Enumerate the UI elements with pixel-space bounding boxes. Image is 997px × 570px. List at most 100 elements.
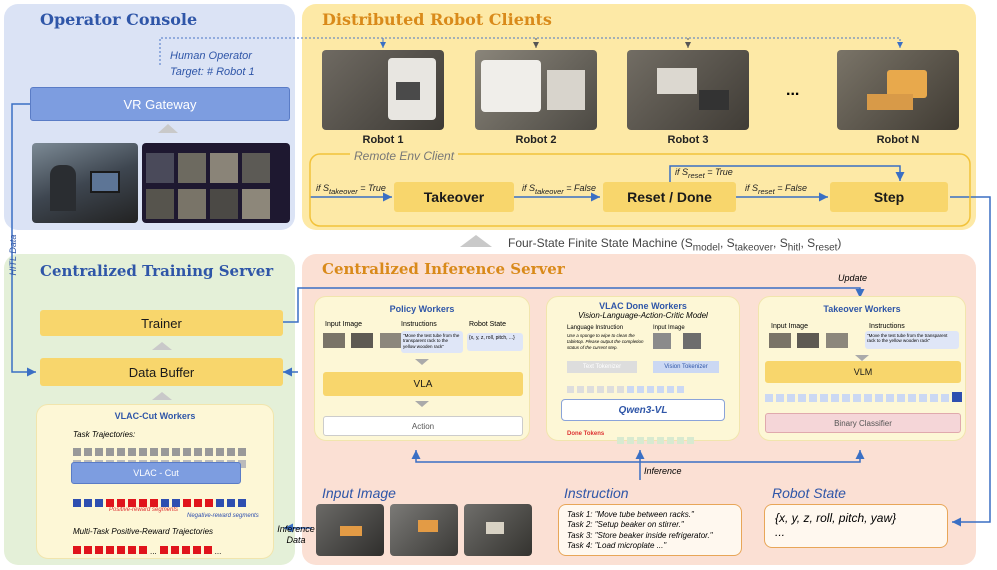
cond-takeover-true: if Stakeover = True — [316, 183, 386, 196]
binary-classifier-box: Binary Classifier — [765, 413, 961, 433]
takeover-instructions-label: Instructions — [869, 323, 905, 330]
text-tokenizer-box: Text Tokenizer — [567, 361, 637, 373]
cond-reset-false: if Sreset = False — [745, 183, 807, 196]
takeover-instruction-box: "Move the test tube from the transparent… — [865, 331, 959, 349]
policy-input-image-label: Input Image — [325, 321, 362, 328]
robot-n-label: Robot N — [876, 134, 920, 146]
positive-ellipsis-1: ... — [150, 547, 157, 556]
step-state-box: Step — [830, 182, 948, 212]
takeover-state-label: Takeover — [423, 189, 485, 205]
vlac-instruction-text: Use a sponge to wipe to clean the tablet… — [567, 333, 644, 350]
robot-state-text: {x, y, z, roll, pitch, yaw} — [775, 511, 897, 525]
trainer-up-arrow-icon — [152, 342, 172, 350]
robot-1-label: Robot 1 — [362, 134, 404, 146]
positive-trajectory-squares: ...... — [73, 541, 273, 559]
robot-clients-title: Distributed Robot Clients — [322, 10, 552, 29]
input-image-2 — [390, 504, 458, 556]
vision-tokenizer-box: Vision Tokenizer — [653, 361, 719, 373]
positive-segments-label: Positive-reward segments — [109, 507, 179, 513]
robot-n-photo — [837, 50, 959, 130]
inference-label: Inference — [644, 466, 682, 476]
hitl-data-label: HITL Data — [8, 234, 18, 276]
multi-task-label: Multi-Task Positive-Reward Trajectories — [73, 527, 214, 536]
human-operator-label: Human Operator — [170, 50, 252, 62]
trainer-box: Trainer — [40, 310, 283, 336]
cond-reset-true: if Sreset = True — [675, 167, 733, 180]
task-4: Task 4: "Load microplate ..." — [567, 541, 667, 551]
policy-input-thumbnails — [323, 333, 402, 353]
language-instruction-label: Language Instruction — [567, 325, 624, 331]
task-2: Task 2: "Setup beaker on stirrer." — [567, 520, 684, 530]
binary-classifier-label: Binary Classifier — [834, 418, 892, 428]
vr-gateway-box: VR Gateway — [30, 87, 290, 121]
done-tokens-label: Done Tokens — [567, 431, 605, 437]
policy-robot-state-label: Robot State — [469, 321, 506, 328]
vla-down-arrow-icon — [415, 401, 429, 407]
reset-done-state-label: Reset / Done — [627, 189, 712, 205]
robot-2-photo — [475, 50, 597, 130]
robots-ellipsis: ... — [786, 82, 800, 99]
vlm-token-squares — [765, 389, 965, 407]
input-image-3 — [464, 504, 532, 556]
vlac-cut-workers-title: VLAC-Cut Workers — [114, 411, 196, 421]
inference-server-title: Centralized Inference Server — [322, 260, 565, 278]
negative-segments-label: Negative-reward segments — [187, 513, 259, 519]
target-label: Target: # Robot 1 — [170, 66, 255, 78]
positive-ellipsis-2: ... — [214, 547, 222, 556]
buffer-up-arrow-icon — [152, 392, 172, 400]
task-1: Task 1: "Move tube between racks." — [567, 510, 694, 519]
robot-state-box: {x, y, z, roll, pitch, yaw} ... — [764, 504, 948, 548]
vlm-box: VLM — [765, 361, 961, 383]
text-tokenizer-label: Text Tokenizer — [582, 364, 622, 370]
robot-1-photo — [322, 50, 444, 130]
vlac-input-thumbnails — [653, 333, 702, 354]
qwen-model-box: Qwen3-VL — [561, 399, 725, 421]
task-trajectories-label: Task Trajectories: — [73, 430, 136, 439]
data-buffer-label: Data Buffer — [128, 364, 195, 380]
vla-label: VLA — [413, 378, 433, 390]
update-label: Update — [838, 273, 868, 283]
up-arrow-icon — [158, 124, 178, 133]
vlac-done-subtitle: Vision-Language-Action-Critic Model — [578, 311, 708, 320]
step-state-label: Step — [873, 189, 905, 205]
policy-workers-panel: Policy Workers Input Image Instructions … — [314, 296, 530, 441]
vlac-cut-workers-panel: VLAC-Cut Workers Task Trajectories: VLAC… — [36, 404, 274, 559]
vr-gateway-label: VR Gateway — [123, 96, 197, 112]
inference-data-label: Inference Data — [277, 524, 315, 545]
camera-views-screenshot — [142, 143, 290, 223]
fsm-up-arrow-icon — [460, 235, 492, 247]
vlac-cut-label: VLAC - Cut — [133, 468, 179, 478]
reset-done-state-box: Reset / Done — [603, 182, 736, 212]
remote-env-client-label: Remote Env Client — [350, 149, 459, 163]
policy-down-arrow-icon — [415, 359, 429, 365]
fsm-label-text: Four-State Finite State Machine — [508, 236, 678, 250]
robot-state-ellipsis: ... — [775, 525, 786, 539]
vlac-done-workers-title: VLAC Done Workers — [599, 301, 687, 311]
qwen-model-label: Qwen3-VL — [618, 404, 668, 416]
fsm-label: Four-State Finite State Machine (Smodel,… — [508, 236, 842, 254]
vr-operator-photo — [32, 143, 138, 223]
trainer-label: Trainer — [141, 315, 182, 331]
policy-workers-title: Policy Workers — [389, 304, 455, 314]
instruction-title: Instruction — [564, 485, 629, 501]
takeover-input-image-label: Input Image — [771, 323, 808, 330]
task-3: Task 3: "Store beaker inside refrigerato… — [567, 530, 713, 540]
takeover-input-thumbnails — [769, 333, 848, 353]
input-image-title: Input Image — [322, 485, 396, 501]
policy-instructions-label: Instructions — [401, 321, 437, 328]
operator-console-title: Operator Console — [40, 10, 198, 29]
cond-takeover-false: if Stakeover = False — [522, 183, 597, 196]
token-squares — [567, 380, 687, 398]
data-buffer-box: Data Buffer — [40, 358, 283, 386]
robot-3-label: Robot 3 — [667, 134, 709, 146]
vlm-label: VLM — [853, 367, 873, 377]
action-label: Action — [411, 421, 435, 431]
policy-instruction-box: "Move the test tube from the transparent… — [401, 331, 463, 353]
training-server-title: Centralized Training Server — [40, 262, 274, 280]
takeover-workers-title: Takeover Workers — [823, 304, 901, 314]
robot-3-photo — [627, 50, 749, 130]
takeover-workers-panel: Takeover Workers Input Image Instruction… — [758, 296, 966, 441]
robot-state-title: Robot State — [772, 485, 846, 501]
vlac-cut-box: VLAC - Cut — [71, 462, 241, 484]
vlac-done-workers-panel: VLAC Done Workers Vision-Language-Action… — [546, 296, 740, 444]
